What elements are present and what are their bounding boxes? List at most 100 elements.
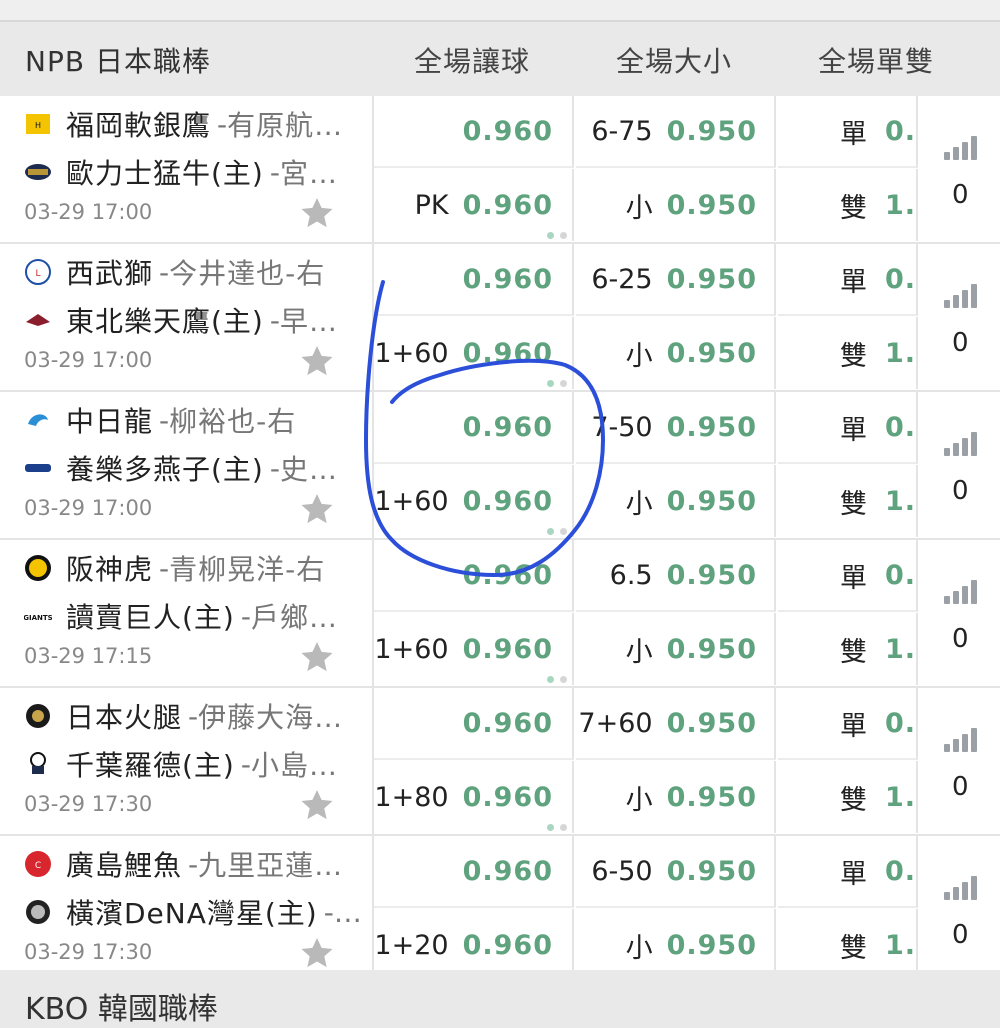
odd-even-odds-bottom[interactable]: 雙 1.2 [778,761,918,833]
pitcher-separator: - [269,303,280,337]
handicap-odds-bottom[interactable]: PK 0.960 [374,169,574,241]
total-odds-bottom[interactable]: 小 0.950 [576,169,776,241]
page-dot [560,824,567,831]
match-teams[interactable]: C 廣島鯉魚 - 九里亞蓮… 橫濱DeNA灣星(主) - … 03-29 17:… [0,836,374,982]
odd-even-odds-bottom[interactable]: 雙 1.2 [778,317,918,389]
handicap-odds-top[interactable]: 0.960 [374,688,574,760]
favorite-star-icon[interactable] [298,934,336,972]
handicap-line-bottom: 1+60 [374,485,449,517]
total-odds-bottom[interactable]: 小 0.950 [576,465,776,537]
match-teams[interactable]: H 福岡軟銀鷹 - 有原航… 歐力士猛牛(主) - 宮… 03-29 17:00 [0,96,374,242]
team1-name: 日本火腿 [66,701,183,734]
more-markets-button[interactable]: 0 [920,688,1000,834]
odd-even-odds-top[interactable]: 單 0.7 [778,836,918,908]
match-row-3: 中日龍 - 柳裕也-右 養樂多燕子(主) - 史… 03-29 17:00 0.… [0,392,1000,540]
handicap-odds-top[interactable]: 0.960 [374,836,574,908]
odd-label: 單 [840,266,867,298]
match-row-6: C 廣島鯉魚 - 九里亞蓮… 橫濱DeNA灣星(主) - … 03-29 17:… [0,836,1000,984]
match-teams[interactable]: 日本火腿 - 伊藤大海… 千葉羅德(主) - 小島… 03-29 17:30 [0,688,374,834]
match-teams[interactable]: 阪神虎 - 青柳晃洋-右 GIANTS 讀賣巨人(主) - 戶鄉… 03-29 … [0,540,374,686]
giants-logo-icon: GIANTS [24,602,52,630]
handicap-odds-top[interactable]: 0.960 [374,540,574,612]
match-row-4: 阪神虎 - 青柳晃洋-右 GIANTS 讀賣巨人(主) - 戶鄉… 03-29 … [0,540,1000,688]
total-odds-bottom[interactable]: 小 0.950 [576,761,776,833]
handicap-odds-top[interactable]: 0.960 [374,96,574,168]
match-teams[interactable]: 中日龍 - 柳裕也-右 養樂多燕子(主) - 史… 03-29 17:00 [0,392,374,538]
handicap-odds-value-top: 0.960 [462,115,553,147]
total-odds-top[interactable]: 6-25 0.950 [576,244,776,316]
stats-bars-icon [944,432,978,456]
pitcher-separator: - [159,403,170,437]
total-line-top: 6-50 [591,855,653,887]
even-label: 雙 [840,784,867,816]
total-line-bottom: 小 [625,488,653,520]
total-odds-top[interactable]: 6.5 0.950 [576,540,776,612]
total-line-top: 7+60 [578,707,653,739]
more-markets-button[interactable]: 0 [920,836,1000,982]
odd-even-odds-bottom[interactable]: 雙 1.2 [778,169,918,241]
page-dot-active [547,380,554,387]
total-odds-top[interactable]: 6-50 0.950 [576,836,776,908]
stats-bars-icon [944,136,978,160]
handicap-line-bottom: PK [414,189,449,221]
favorite-star-icon[interactable] [298,786,336,824]
even-odds-value: 1.2 [885,633,917,665]
handicap-odds-value-bottom: 0.960 [462,337,553,369]
match-time: 03-29 17:30 [24,940,153,964]
lions-logo-icon: L [24,258,52,286]
handicap-odds-value-top: 0.960 [462,263,553,295]
odd-even-odds-bottom[interactable]: 雙 1.2 [778,465,918,537]
odd-odds-value: 0.7 [885,411,917,443]
odd-even-odds-top[interactable]: 單 0.7 [778,392,918,464]
odd-even-odds-top[interactable]: 單 0.7 [778,244,918,316]
total-odds-value-bottom: 0.950 [666,337,757,369]
match-teams[interactable]: L 西武獅 - 今井達也-右 東北樂天鷹(主) - 早… 03-29 17:00 [0,244,374,390]
handicap-odds-value-top: 0.960 [462,707,553,739]
odd-even-odds-top[interactable]: 單 0.7 [778,688,918,760]
total-odds-value-top: 0.950 [666,263,757,295]
svg-text:L: L [35,269,40,279]
more-markets-button[interactable]: 0 [920,96,1000,242]
total-odds-value-bottom: 0.950 [666,633,757,665]
page-dots [547,224,577,239]
total-odds-top[interactable]: 7+60 0.950 [576,688,776,760]
odd-even-odds-top[interactable]: 單 0.7 [778,540,918,612]
total-odds-top[interactable]: 6-75 0.950 [576,96,776,168]
favorite-star-icon[interactable] [298,638,336,676]
pitcher-separator: - [269,451,280,485]
match-time: 03-29 17:15 [24,644,153,668]
odd-even-odds-top[interactable]: 單 0.7 [778,96,918,168]
page-dot [560,232,567,239]
more-markets-button[interactable]: 0 [920,392,1000,538]
handicap-odds-bottom[interactable]: 1+60 0.960 [374,465,574,537]
more-markets-button[interactable]: 0 [920,540,1000,686]
team1-pitcher: 九里亞蓮… [198,849,344,882]
fighters-logo-icon [24,702,52,730]
odd-label: 單 [840,858,867,890]
odd-even-odds-bottom[interactable]: 雙 1.2 [778,613,918,685]
odd-label: 單 [840,118,867,150]
svg-text:C: C [35,861,41,871]
more-markets-count: 0 [952,772,969,802]
team-home-row: 阪神虎 - 青柳晃洋-右 [24,550,369,586]
favorite-star-icon[interactable] [298,342,336,380]
handicap-odds-top[interactable]: 0.960 [374,244,574,316]
next-league-header[interactable]: KBO 韓國職棒 [0,970,1000,1027]
marines-logo-icon [24,750,52,778]
handicap-odds-bottom[interactable]: 1+60 0.960 [374,613,574,685]
handicap-odds-bottom[interactable]: 1+80 0.960 [374,761,574,833]
team2-name: 歐力士猛牛(主) [66,157,264,190]
favorite-star-icon[interactable] [298,194,336,232]
stats-bars-icon [944,284,978,308]
total-odds-bottom[interactable]: 小 0.950 [576,613,776,685]
favorite-star-icon[interactable] [298,490,336,528]
total-odds-bottom[interactable]: 小 0.950 [576,317,776,389]
total-odds-top[interactable]: 7-50 0.950 [576,392,776,464]
team1-name: 阪神虎 [66,553,154,586]
handicap-odds-bottom[interactable]: 1+60 0.960 [374,317,574,389]
more-markets-button[interactable]: 0 [920,244,1000,390]
league-title: NPB 日本職棒 [25,45,211,78]
team1-pitcher: 伊藤大海… [198,701,344,734]
baystars-logo-icon [24,898,52,926]
handicap-odds-top[interactable]: 0.960 [374,392,574,464]
